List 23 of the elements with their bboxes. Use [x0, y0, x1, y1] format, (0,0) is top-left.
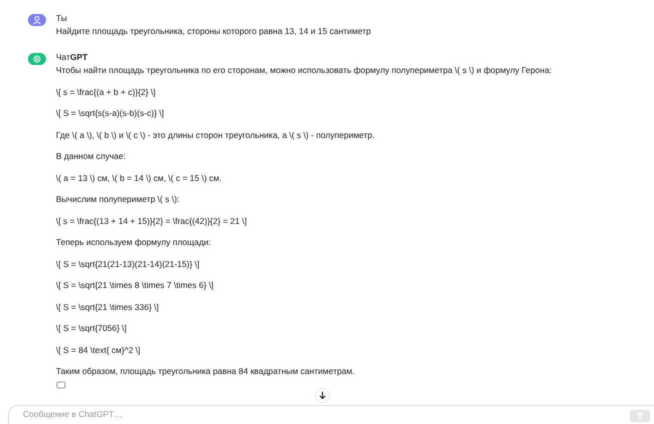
- scroll-down-button[interactable]: [315, 388, 330, 403]
- message-text: Вычислим полупериметр \( s \):: [56, 193, 180, 205]
- message-text: Теперь используем формулу площади:: [56, 236, 211, 248]
- author-name: ЧатGPT: [56, 51, 88, 64]
- message-text: Найдите площадь треугольника, стороны которого равна 13, 14 и 15 сантиметр: [56, 25, 371, 37]
- message-text: \[ S = \sqrt{7056} \]: [56, 322, 127, 334]
- message-input[interactable]: Сообщение в ChatGPT…: [8, 405, 654, 424]
- message-text: \[ s = \frac{(13 + 14 + 15)}{2} = \frac{(42)}{2} = 21 \]: [56, 214, 247, 226]
- message-text: Таким образом, площадь треугольника равна 84 квадратным сантиметрам.: [56, 365, 355, 377]
- author-name: Ты: [56, 12, 67, 25]
- message-text: Чтобы найти площадь треугольника по его сторонам, можно использовать формулу полупериметра \( s \) и формулу Герона:: [56, 64, 552, 76]
- message-text: \[ s = \frac{(a + b + c)}{2} \]: [56, 86, 156, 98]
- message-text: \[ S = \sqrt{21 \times 8 \times 7 \times 6} \]: [56, 279, 214, 291]
- message-text: \[ S = 84 \text{ см}^2 \]: [56, 344, 140, 356]
- message-text: В данном случае:: [56, 150, 126, 162]
- message-text: \[ S = \sqrt{21(21-13)(21-14)(21-15)} \]: [56, 258, 200, 270]
- assistant-avatar-icon: [28, 53, 46, 65]
- message-text: \( a = 13 \) см, \( b = 14 \) см, \( c = 15 \) см.: [56, 172, 222, 184]
- message-text: \[ S = \sqrt{21 \times 336} \]: [56, 300, 159, 312]
- message-text: Где \( a \), \( b \) и \( c \) - это длины сторон треугольника, а \( s \) - полупериметр.: [56, 128, 375, 140]
- copy-icon[interactable]: [56, 381, 66, 389]
- message-text: \[ S = \sqrt{s(s-a)(s-b)(s-c)} \]: [56, 107, 164, 119]
- user-avatar-icon: [28, 14, 46, 26]
